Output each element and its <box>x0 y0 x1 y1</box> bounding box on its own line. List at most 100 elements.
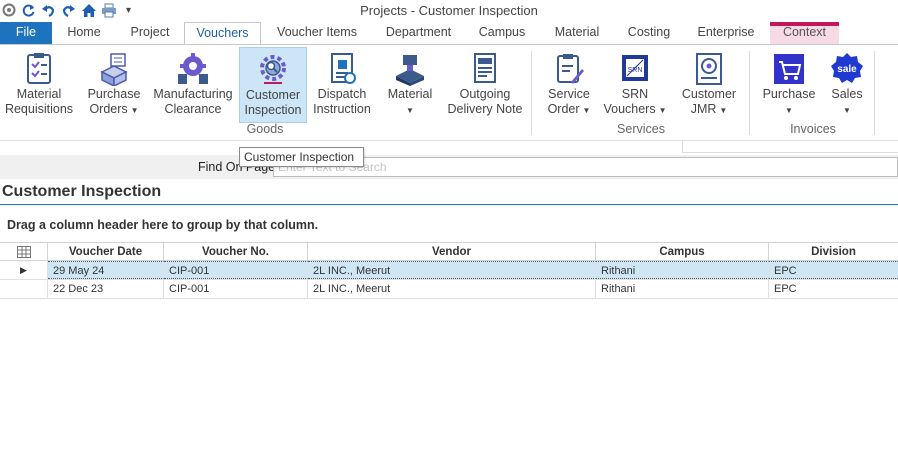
material-requisitions-label-line1: Material <box>16 87 62 101</box>
service-order-label-text: Order <box>547 102 580 116</box>
group-label-goods: Goods <box>246 122 284 136</box>
table-row[interactable]: 22 Dec 23 CIP-001 2L INC., Meerut Rithan… <box>0 280 898 299</box>
cell-voucher-no[interactable]: CIP-001 <box>164 280 308 298</box>
manufacturing-clearance-button[interactable]: Manufacturing Clearance <box>152 47 234 123</box>
srn-vouchers-button[interactable]: SRN SRN Vouchers ▼ <box>603 47 667 123</box>
purchase-invoice-button[interactable]: Purchase ▼ <box>760 47 818 123</box>
material-button[interactable]: Material ▼ <box>380 47 440 123</box>
cell-campus[interactable]: Rithani <box>596 280 769 298</box>
purchase-orders-label-line2: Orders ▼ <box>82 102 146 118</box>
tab-file[interactable]: File <box>0 22 52 44</box>
service-order-button[interactable]: Service Order ▼ <box>541 47 597 123</box>
column-header-voucher-no[interactable]: Voucher No. <box>164 243 308 260</box>
chevron-down-icon: ▼ <box>658 106 667 115</box>
redo-icon[interactable] <box>60 1 77 19</box>
grid-header-row: Voucher Date Voucher No. Vendor Campus D… <box>0 242 898 261</box>
outgoing-delivery-note-label-line2: Delivery Note <box>447 102 523 116</box>
ribbon-collapse-area <box>682 140 898 153</box>
customer-inspection-label-line1: Customer <box>245 88 301 102</box>
group-by-panel[interactable]: Drag a column header here to group by th… <box>0 205 898 242</box>
service-order-label-line1: Service <box>548 87 590 101</box>
srn-vouchers-label-line1: SRN <box>621 87 649 101</box>
undo-icon[interactable] <box>40 1 57 19</box>
chevron-down-icon: ▼ <box>406 106 414 115</box>
group-by-hint: Drag a column header here to group by th… <box>7 218 319 232</box>
chevron-down-icon: ▼ <box>130 106 139 115</box>
customer-jmr-button[interactable]: Customer JMR ▼ <box>678 47 740 123</box>
srn-vouchers-label-line2: Vouchers ▼ <box>603 102 667 118</box>
delivery-note-icon <box>445 47 525 87</box>
column-header-vendor[interactable]: Vendor <box>308 243 596 260</box>
home-icon[interactable] <box>80 1 97 19</box>
cell-voucher-no[interactable]: CIP-001 <box>164 261 308 279</box>
print-icon[interactable] <box>100 1 117 19</box>
srn-vouchers-label-text: Vouchers <box>603 102 656 116</box>
customer-jmr-label-line2: JMR ▼ <box>678 102 740 118</box>
cell-campus[interactable]: Rithani <box>596 261 769 279</box>
cell-vendor[interactable]: 2L INC., Meerut <box>308 261 596 279</box>
sale-icon-text: sale <box>837 64 857 75</box>
outgoing-delivery-note-button[interactable]: Outgoing Delivery Note <box>445 47 525 123</box>
column-chooser-icon[interactable] <box>0 243 48 260</box>
manufacturing-icon <box>152 47 234 87</box>
tab-material[interactable]: Material <box>543 22 611 44</box>
customer-jmr-label-line1: Customer <box>681 87 737 101</box>
material-boxes-icon <box>380 47 440 87</box>
context-tab-indicator <box>770 22 839 26</box>
cell-division[interactable]: EPC <box>769 280 898 298</box>
table-row[interactable]: ▶ 29 May 24 CIP-001 2L INC., Meerut Rith… <box>0 261 898 280</box>
tab-department[interactable]: Department <box>375 22 462 44</box>
material-requisitions-label-line2: Requisitions <box>4 102 74 116</box>
row-indicator <box>0 280 48 298</box>
group-separator <box>531 51 532 135</box>
material-requisitions-button[interactable]: Material Requisitions <box>3 47 75 123</box>
ribbon-tabs: File Home Project Vouchers Voucher Items… <box>0 22 898 45</box>
group-label-invoices: Invoices <box>790 122 836 136</box>
purchase-label: Purchase <box>762 87 816 101</box>
gear-icon[interactable] <box>0 1 17 19</box>
tab-vouchers[interactable]: Vouchers <box>184 22 261 45</box>
purchase-orders-label-text: Orders <box>89 102 128 116</box>
refresh-icon[interactable] <box>20 1 37 19</box>
material-label: Material <box>387 87 433 101</box>
title-bar: ▾ Projects - Customer Inspection <box>0 0 898 22</box>
customer-inspection-label-line2: Inspection <box>244 103 302 117</box>
outgoing-delivery-note-label-line1: Outgoing <box>459 87 511 101</box>
cell-division[interactable]: EPC <box>769 261 898 279</box>
cell-voucher-date[interactable]: 22 Dec 23 <box>48 280 164 298</box>
purchase-orders-label-line1: Purchase <box>87 87 141 101</box>
customer-jmr-icon <box>678 47 740 87</box>
chevron-down-icon: ▼ <box>719 106 728 115</box>
sales-invoice-button[interactable]: sale Sales ▼ <box>825 47 869 123</box>
customize-dropdown-icon[interactable]: ▾ <box>120 1 137 19</box>
inspection-gear-icon <box>240 48 306 88</box>
quick-access-toolbar: ▾ <box>0 1 137 19</box>
ribbon: Material Requisitions Purchase Orders ▼ M… <box>0 45 898 140</box>
customer-jmr-label-text: JMR <box>690 102 717 116</box>
search-input[interactable] <box>273 157 898 177</box>
dispatch-instruction-label-line2: Instruction <box>313 102 371 116</box>
column-header-voucher-date[interactable]: Voucher Date <box>48 243 164 260</box>
service-order-icon <box>541 47 597 87</box>
sale-tag-icon: sale <box>825 47 869 87</box>
sales-label: Sales <box>831 87 863 101</box>
tab-voucher-items[interactable]: Voucher Items <box>267 22 367 44</box>
group-label-services: Services <box>617 122 665 136</box>
tab-home[interactable]: Home <box>57 22 111 44</box>
tab-campus[interactable]: Campus <box>469 22 535 44</box>
cell-vendor[interactable]: 2L INC., Meerut <box>308 280 596 298</box>
find-bar: Find On Page <box>0 155 898 179</box>
group-separator <box>749 51 750 135</box>
customer-inspection-button[interactable]: Customer Inspection <box>239 47 307 123</box>
cell-voucher-date[interactable]: 29 May 24 <box>48 261 164 279</box>
chevron-down-icon: ▼ <box>843 106 851 115</box>
purchase-orders-button[interactable]: Purchase Orders ▼ <box>82 47 146 123</box>
column-header-division[interactable]: Division <box>769 243 898 260</box>
tab-project[interactable]: Project <box>118 22 182 44</box>
srn-icon: SRN <box>603 47 667 87</box>
tab-costing[interactable]: Costing <box>617 22 681 44</box>
dispatch-instruction-label-line1: Dispatch <box>317 87 367 101</box>
dispatch-instruction-button[interactable]: Dispatch Instruction <box>311 47 373 123</box>
tab-enterprise[interactable]: Enterprise <box>688 22 764 44</box>
column-header-campus[interactable]: Campus <box>596 243 769 260</box>
